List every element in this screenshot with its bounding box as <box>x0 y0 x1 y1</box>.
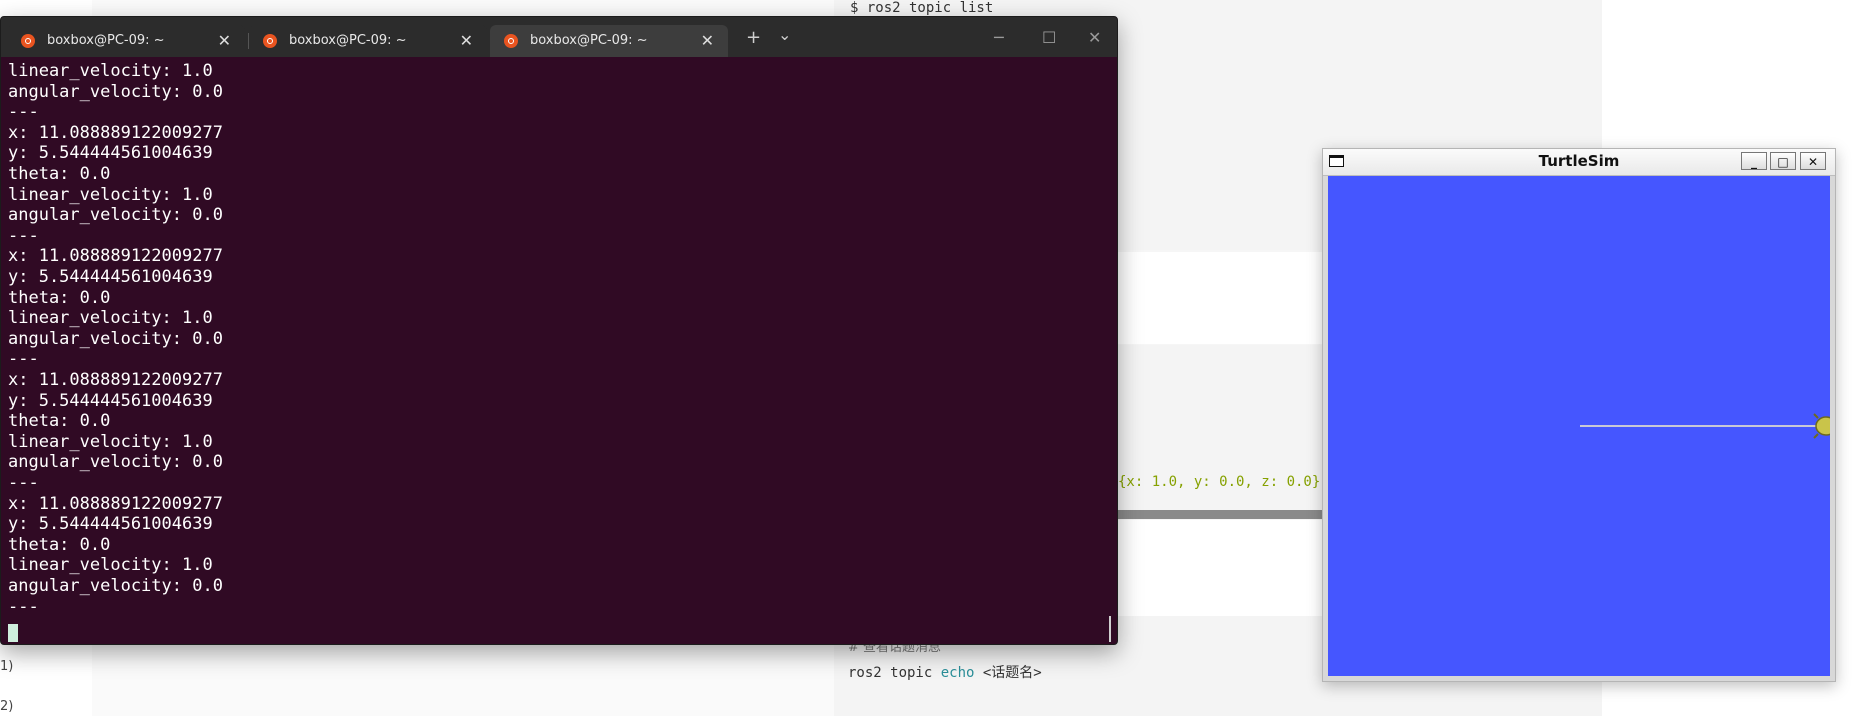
maximize-icon[interactable]: ☐ <box>1042 28 1056 47</box>
terminal-output[interactable]: linear_velocity: 1.0 angular_velocity: 0.… <box>1 57 1117 644</box>
terminal-line: angular_velocity: 0.0 <box>8 452 223 473</box>
tab-close-icon[interactable]: ✕ <box>218 31 231 50</box>
turtlesim-titlebar[interactable]: TurtleSim _ □ ✕ <box>1323 149 1835 176</box>
terminal-line: theta: 0.0 <box>8 287 111 308</box>
terminal-line: --- <box>8 349 39 370</box>
terminal-line: angular_velocity: 0.0 <box>8 81 223 102</box>
terminal-line: x: 11.088889122009277 <box>8 122 223 143</box>
terminal-line: theta: 0.0 <box>8 534 111 555</box>
terminal-line: angular_velocity: 0.0 <box>8 328 223 349</box>
terminal-tab-1[interactable]: boxbox@PC-09: ~ ✕ <box>7 25 245 57</box>
terminal-line: x: 11.088889122009277 <box>8 370 223 390</box>
terminal-scrollbar[interactable] <box>1109 616 1111 642</box>
terminal-line: y: 5.544444561004639 <box>8 267 213 287</box>
terminal-line: --- <box>8 473 39 493</box>
code-scrollbar[interactable] <box>1118 510 1323 519</box>
terminal-line: linear_velocity: 1.0 <box>8 184 213 205</box>
terminal-titlebar[interactable]: boxbox@PC-09: ~ ✕ boxbox@PC-09: ~ ✕ boxb… <box>1 17 1117 57</box>
new-tab-icon[interactable]: + <box>746 27 761 48</box>
tab-close-icon[interactable]: ✕ <box>701 31 714 50</box>
tab-close-icon[interactable]: ✕ <box>460 31 473 50</box>
terminal-line: x: 11.088889122009277 <box>8 493 223 514</box>
tab-label: boxbox@PC-09: ~ <box>530 33 648 48</box>
terminal-line: angular_velocity: 0.0 <box>8 205 223 226</box>
turtle-trail <box>1580 425 1820 427</box>
terminal-line: --- <box>8 596 39 617</box>
tab-label: boxbox@PC-09: ~ <box>289 33 407 48</box>
close-icon[interactable]: ✕ <box>1088 28 1101 47</box>
turtlesim-canvas <box>1328 176 1830 676</box>
terminal-line: linear_velocity: 1.0 <box>8 61 213 81</box>
ubuntu-icon <box>504 34 518 48</box>
close-button[interactable]: ✕ <box>1800 152 1826 170</box>
terminal-line: y: 5.544444561004639 <box>8 514 213 535</box>
terminal-tab-3[interactable]: boxbox@PC-09: ~ ✕ <box>490 25 728 57</box>
minimize-button[interactable]: _ <box>1741 152 1767 170</box>
line-number: 1) <box>0 659 14 674</box>
tab-label: boxbox@PC-09: ~ <box>47 33 165 48</box>
turtlesim-window[interactable]: TurtleSim _ □ ✕ <box>1322 148 1836 682</box>
doc-code-snippet: {x: 1.0, y: 0.0, z: 0.0}, a <box>1118 474 1346 490</box>
terminal-line: y: 5.544444561004639 <box>8 143 213 164</box>
terminal-line: linear_velocity: 1.0 <box>8 555 213 576</box>
terminal-line: --- <box>8 102 39 123</box>
terminal-line: --- <box>8 225 39 246</box>
terminal-line: linear_velocity: 1.0 <box>8 431 213 452</box>
turtle-icon <box>1813 413 1830 439</box>
terminal-line: linear_velocity: 1.0 <box>8 308 213 329</box>
terminal-line: theta: 0.0 <box>8 164 111 184</box>
minimize-icon[interactable]: ─ <box>994 28 1004 47</box>
ubuntu-icon <box>263 34 277 48</box>
doc-echo-command: ros2 topic echo <话题名> <box>848 665 1042 681</box>
terminal-window[interactable]: boxbox@PC-09: ~ ✕ boxbox@PC-09: ~ ✕ boxb… <box>0 16 1118 645</box>
terminal-line: theta: 0.0 <box>8 411 111 432</box>
terminal-line: y: 5.544444561004639 <box>8 390 213 411</box>
terminal-cursor <box>8 624 18 642</box>
maximize-button[interactable]: □ <box>1770 152 1796 170</box>
terminal-tab-2[interactable]: boxbox@PC-09: ~ ✕ <box>249 25 487 57</box>
terminal-line: angular_velocity: 0.0 <box>8 576 223 596</box>
chevron-down-icon[interactable]: ⌄ <box>778 25 791 44</box>
doc-command-list: $ ros2 topic list <box>850 0 994 16</box>
terminal-line: x: 11.088889122009277 <box>8 246 223 267</box>
ubuntu-icon <box>21 34 35 48</box>
line-number: 2) <box>0 699 14 714</box>
